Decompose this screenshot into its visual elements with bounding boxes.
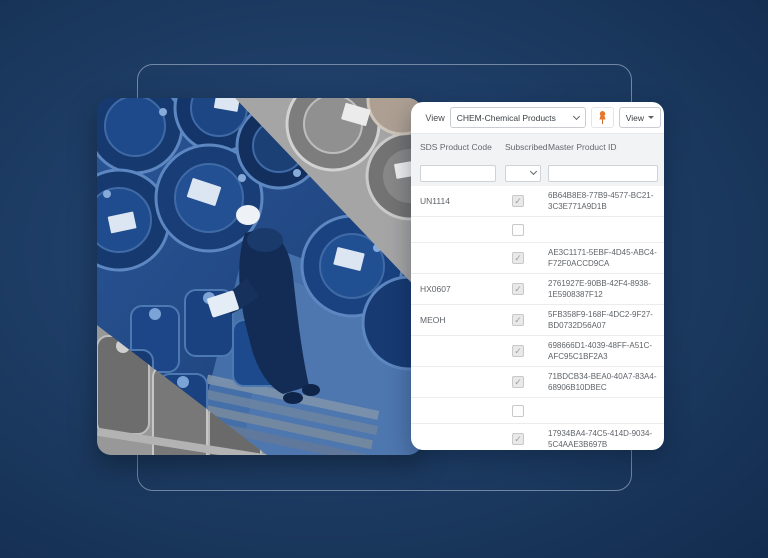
filter-subscribed-select[interactable] [505,165,541,182]
table-header: SDS Product Code Subscribed Master Produ… [411,133,664,186]
table-row[interactable]: ✓ 17934BA4-74C5-414D-9034-5C4AAE3B697B [411,424,664,450]
table-row[interactable]: ✓ 698666D1-4039-48FF-A51C-AFC95C1BF2A3 [411,336,664,367]
view-label: View [425,113,444,123]
toolbar: View CHEM-Chemical Products View [411,102,664,133]
view-menu-label: View [626,113,644,123]
col-header-subscribed: Subscribed [505,142,548,152]
cell-master-id: 5FB358F9-168F-4DC2-9F27-BD0732D56A07 [548,309,663,331]
table-row[interactable]: ✓ AE3C1171-5EBF-4D45-ABC4-F72F0ACCD9CA [411,243,664,274]
subscribed-checkbox[interactable]: ✓ [512,376,524,388]
subscribed-checkbox[interactable]: ✓ [512,195,524,207]
col-header-sds-product-code: SDS Product Code [420,142,505,152]
filter-row [411,160,664,186]
cell-product-code: HX0607 [420,284,505,294]
subscribed-checkbox[interactable]: ✓ [512,433,524,445]
table-row[interactable] [411,398,664,424]
col-header-master-product-id: Master Product ID [548,142,664,152]
cell-master-id: 71BDCB34-BEA0-40A7-83A4-68906B10DBEC [548,371,663,393]
cell-product-code: UN1114 [420,196,505,206]
warehouse-photo [97,98,422,455]
table-row[interactable]: UN1114 ✓ 6B64B8E8-77B9-4577-BC21-3C3E771… [411,186,664,217]
view-select-value: CHEM-Chemical Products [457,113,556,123]
cell-master-id: 2761927E-90BB-42F4-8938-1E5908387F12 [548,278,663,300]
view-menu-button[interactable]: View [619,107,661,128]
cell-master-id: 698666D1-4039-48FF-A51C-AFC95C1BF2A3 [548,340,663,362]
view-select[interactable]: CHEM-Chemical Products [450,107,586,128]
table-body: UN1114 ✓ 6B64B8E8-77B9-4577-BC21-3C3E771… [411,186,664,450]
table-row[interactable]: HX0607 ✓ 2761927E-90BB-42F4-8938-1E59083… [411,274,664,305]
chevron-down-icon [573,112,580,119]
warehouse-photo-card [97,98,422,455]
subscribed-checkbox[interactable]: ✓ [512,345,524,357]
caret-down-icon [648,116,654,119]
subscribed-checkbox[interactable]: ✓ [512,252,524,264]
header-row: SDS Product Code Subscribed Master Produ… [411,134,664,160]
subscribed-checkbox[interactable] [512,405,524,417]
cell-master-id: 17934BA4-74C5-414D-9034-5C4AAE3B697B [548,428,663,450]
cell-product-code: MEOH [420,315,505,325]
table-row[interactable] [411,217,664,243]
pushpin-icon [597,110,608,125]
subscribed-checkbox[interactable] [512,224,524,236]
pin-button[interactable] [591,107,614,128]
subscribed-checkbox[interactable]: ✓ [512,283,524,295]
filter-sds-product-code-input[interactable] [420,165,496,182]
cell-master-id: AE3C1171-5EBF-4D45-ABC4-F72F0ACCD9CA [548,247,663,269]
cell-master-id: 6B64B8E8-77B9-4577-BC21-3C3E771A9D1B [548,190,663,212]
table-row[interactable]: ✓ 71BDCB34-BEA0-40A7-83A4-68906B10DBEC [411,367,664,398]
subscribed-checkbox[interactable]: ✓ [512,314,524,326]
table-row[interactable]: MEOH ✓ 5FB358F9-168F-4DC2-9F27-BD0732D56… [411,305,664,336]
products-panel: View CHEM-Chemical Products View SDS Pro… [411,102,664,450]
filter-master-product-id-input[interactable] [548,165,658,182]
chevron-down-icon [530,168,537,175]
page-background: View CHEM-Chemical Products View SDS Pro… [0,0,768,558]
